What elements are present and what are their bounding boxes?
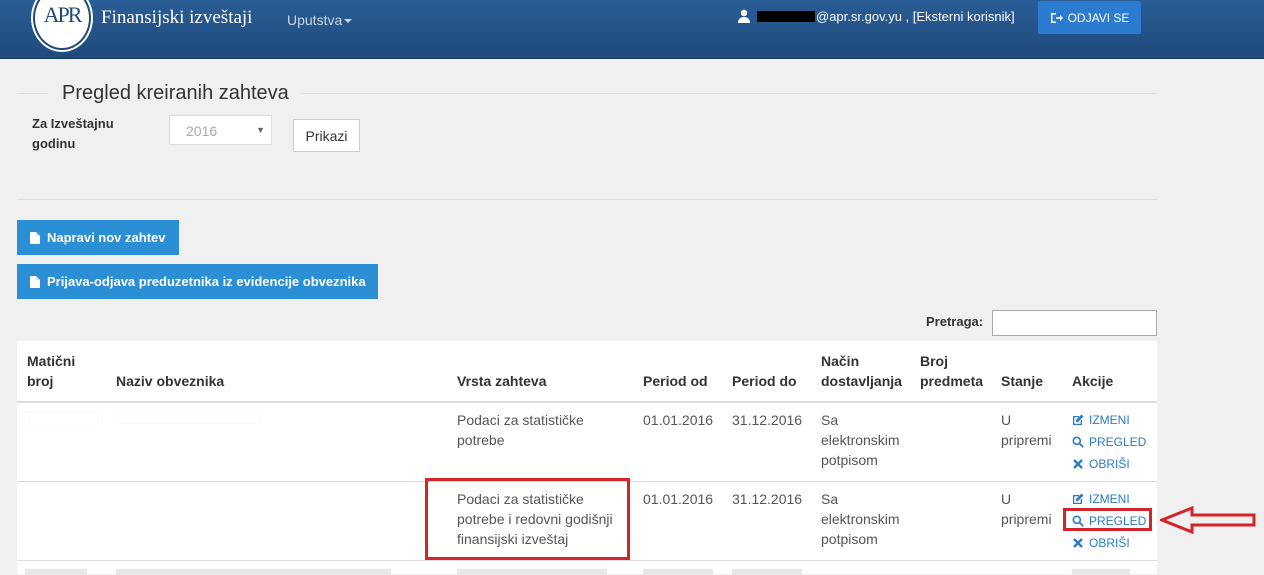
period-from: 01.01.2016 xyxy=(643,491,714,507)
col-header-delivery[interactable]: Način dostavljanja xyxy=(821,351,911,391)
partial-row-placeholder xyxy=(116,569,391,575)
user-info: @apr.sr.gov.yu , [Eksterni korisnik] xyxy=(737,9,1015,24)
delete-link[interactable]: OBRIŠI xyxy=(1072,536,1130,550)
logout-label: ODJAVI SE xyxy=(1067,10,1130,25)
search-label: Pretraga: xyxy=(926,314,984,329)
guide-menu[interactable]: Uputstva xyxy=(287,12,353,28)
file-icon xyxy=(30,275,40,288)
highlight-request-type xyxy=(425,478,630,560)
partial-row-placeholder xyxy=(732,569,802,575)
status: U pripremi xyxy=(1001,491,1052,527)
new-request-button[interactable]: Napravi nov zahtev xyxy=(17,220,179,255)
page-title: Pregled kreiranih zahteva xyxy=(62,82,289,104)
logo-text: APR xyxy=(43,2,83,27)
logout-icon xyxy=(1050,12,1063,23)
period-from: 01.01.2016 xyxy=(643,412,714,428)
select-arrow-icon: ▼ xyxy=(256,125,265,135)
partial-row-placeholder xyxy=(25,569,87,575)
file-icon xyxy=(30,231,40,244)
col-header-subject[interactable]: Broj predmeta xyxy=(920,351,990,391)
edit-link[interactable]: IZMENI xyxy=(1072,492,1130,506)
highlight-view-link xyxy=(1063,508,1152,531)
delete-link[interactable]: OBRIŠI xyxy=(1072,457,1130,471)
header-divider xyxy=(17,401,1157,403)
redacted-mb xyxy=(25,413,97,425)
apr-logo[interactable]: APR xyxy=(33,0,91,50)
delete-label: OBRIŠI xyxy=(1089,457,1130,471)
col-header-type[interactable]: Vrsta zahteva xyxy=(457,371,547,391)
col-header-actions: Akcije xyxy=(1072,373,1114,389)
row-divider xyxy=(17,560,1157,561)
period-to: 31.12.2016 xyxy=(732,491,803,507)
close-icon xyxy=(1073,459,1083,469)
edit-label: IZMENI xyxy=(1089,413,1130,427)
edit-link[interactable]: IZMENI xyxy=(1072,413,1130,427)
year-select[interactable]: 2016 ▼ xyxy=(169,115,272,145)
col-header-status[interactable]: Stanje xyxy=(1001,371,1043,391)
register-entrepreneur-label: Prijava-odjava preduzetnika iz evidencij… xyxy=(47,274,366,289)
delivery-method: Sa elektronskim potpisom xyxy=(821,491,900,547)
edit-icon xyxy=(1073,414,1084,425)
show-button[interactable]: Prikazi xyxy=(293,119,360,152)
register-entrepreneur-button[interactable]: Prijava-odjava preduzetnika iz evidencij… xyxy=(17,264,378,299)
partial-row-placeholder xyxy=(643,569,713,575)
status: U pripremi xyxy=(1001,412,1052,448)
caret-down-icon xyxy=(344,19,353,24)
partial-row-placeholder xyxy=(457,569,607,575)
close-icon xyxy=(1073,538,1083,548)
app-title[interactable]: Finansijski izveštaji xyxy=(101,7,252,29)
col-header-mb[interactable]: Matični broj xyxy=(27,351,87,391)
partial-row-placeholder xyxy=(1072,569,1130,575)
search-input[interactable] xyxy=(992,310,1157,336)
user-icon xyxy=(738,9,750,23)
legend-divider-right xyxy=(301,93,1157,94)
col-header-to[interactable]: Period do xyxy=(732,371,797,391)
period-to: 31.12.2016 xyxy=(732,412,803,428)
delete-label: OBRIŠI xyxy=(1089,536,1130,550)
search-icon xyxy=(1072,436,1084,448)
redacted-username xyxy=(757,11,815,22)
section-divider xyxy=(17,199,1157,200)
logout-button[interactable]: ODJAVI SE xyxy=(1038,1,1141,34)
request-type: Podaci za statističke potrebe xyxy=(457,412,584,448)
year-select-value: 2016 xyxy=(186,123,218,139)
guide-menu-label: Uputstva xyxy=(287,12,343,28)
edit-icon xyxy=(1073,493,1084,504)
user-email: @apr.sr.gov.yu , [Eksterni korisnik] xyxy=(816,9,1015,24)
redacted-name xyxy=(116,411,258,423)
annotation-arrow-icon xyxy=(1160,506,1256,534)
view-label: PREGLED xyxy=(1089,435,1147,449)
col-header-from[interactable]: Period od xyxy=(643,371,708,391)
view-link[interactable]: PREGLED xyxy=(1072,435,1146,449)
delivery-method: Sa elektronskim potpisom xyxy=(821,412,900,468)
year-label: Za Izveštajnu godinu xyxy=(32,116,114,151)
edit-label: IZMENI xyxy=(1089,492,1130,506)
top-navbar: APR Finansijski izveštaji Uputstva @apr.… xyxy=(0,0,1264,59)
legend-divider-left xyxy=(17,93,48,94)
new-request-label: Napravi nov zahtev xyxy=(47,230,166,245)
col-header-name[interactable]: Naziv obveznika xyxy=(116,371,224,391)
